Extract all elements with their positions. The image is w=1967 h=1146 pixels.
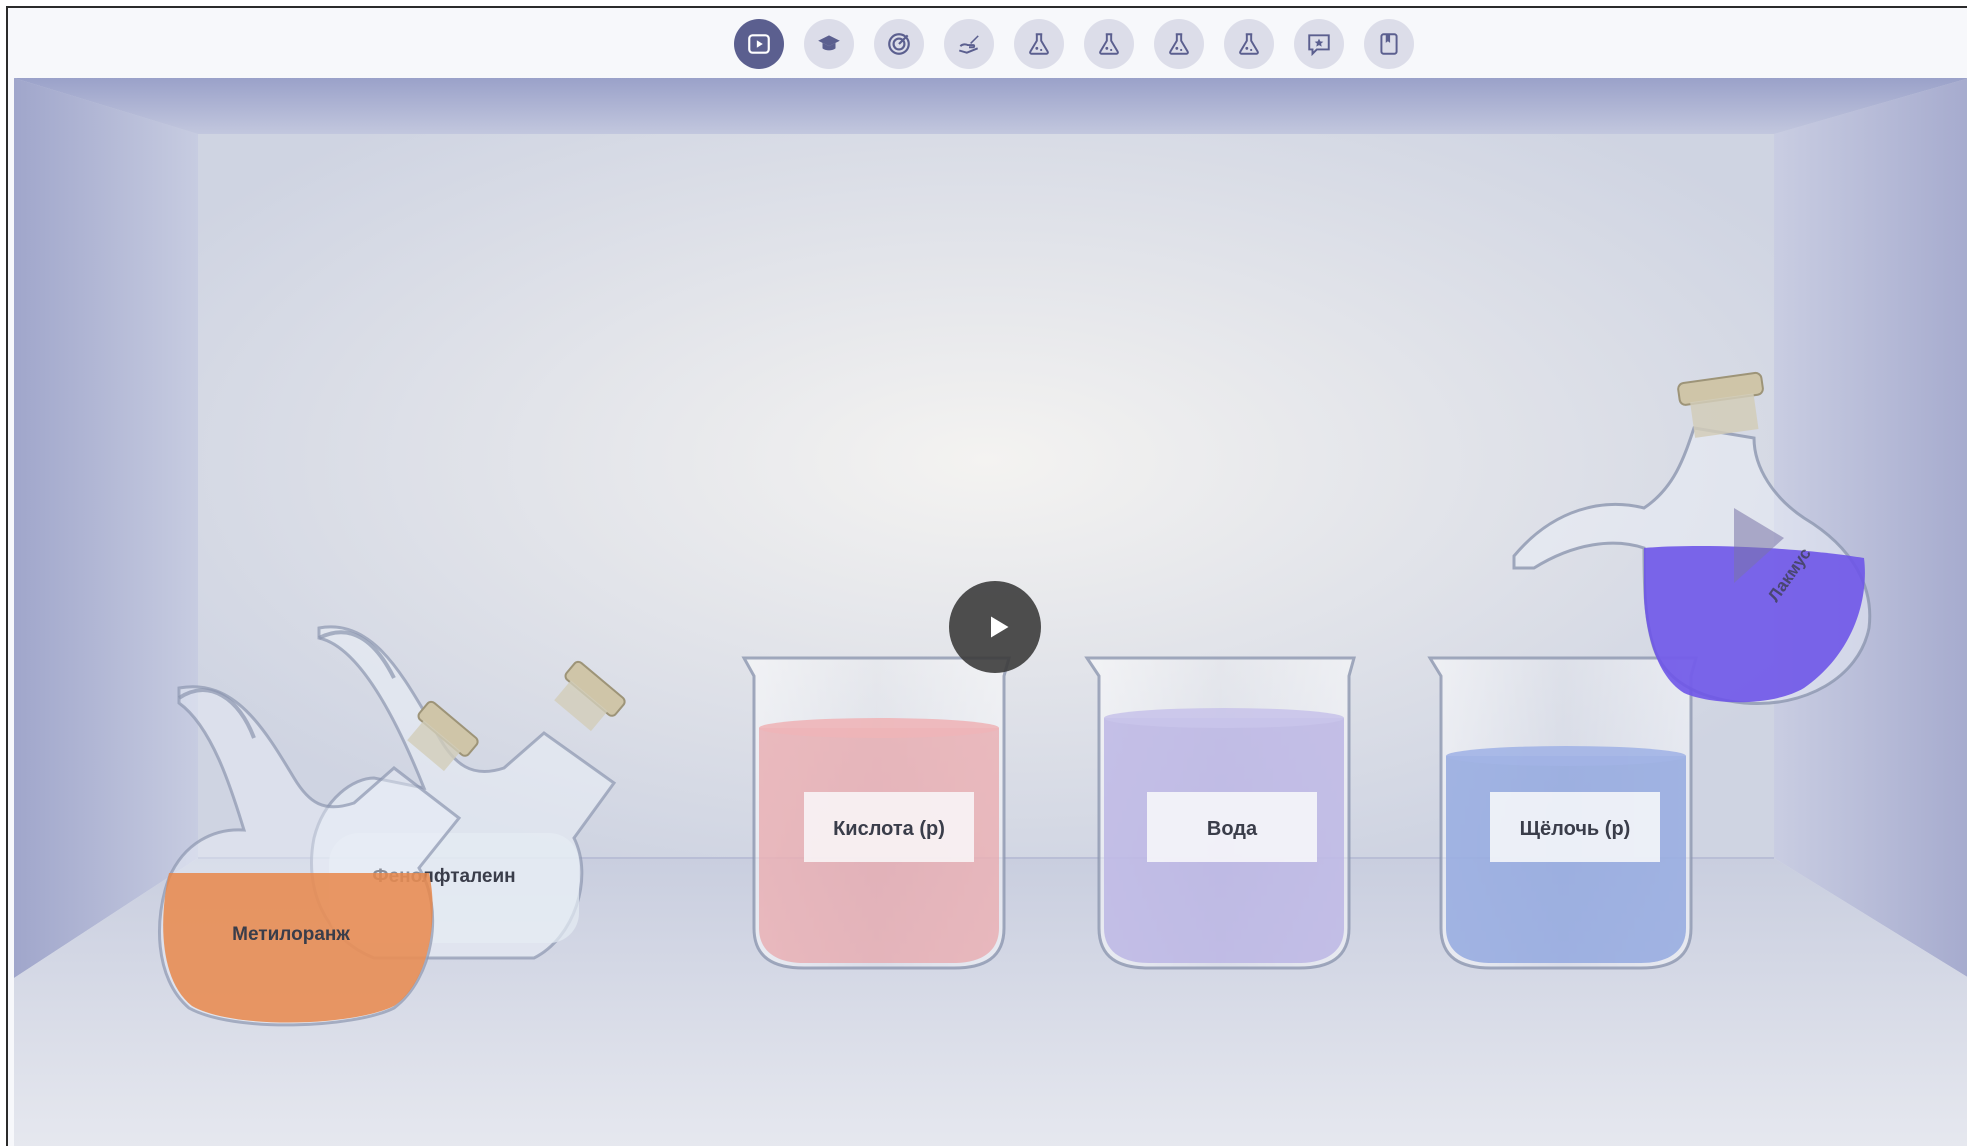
- water-label: Вода: [1207, 818, 1258, 840]
- video-button[interactable]: [734, 19, 784, 69]
- experiment-2-button[interactable]: [1084, 19, 1134, 69]
- theory-button[interactable]: [804, 19, 854, 69]
- alkali-beaker[interactable]: Щёлочь (р): [1427, 656, 1698, 970]
- acid-beaker[interactable]: Кислота (р): [741, 656, 1011, 970]
- play-icon: [990, 616, 1008, 638]
- play-video-icon: [748, 34, 770, 54]
- experiment-4-button[interactable]: [1224, 19, 1274, 69]
- app-frame: Фенолфталеин Метилоранж Кислота (р) Вода…: [6, 6, 1967, 1146]
- lesson-toolbar: [8, 8, 1967, 78]
- methyl-orange-liquid: [163, 873, 433, 1023]
- bookmark-button[interactable]: [1364, 19, 1414, 69]
- alkali-label: Щёлочь (р): [1520, 818, 1631, 840]
- ceiling: [14, 78, 1967, 134]
- play-button[interactable]: [949, 581, 1041, 673]
- flask-icon: [1169, 33, 1189, 55]
- graduation-cap-icon: [818, 35, 840, 51]
- experiment-1-button[interactable]: [1014, 19, 1064, 69]
- flask-icon: [1099, 33, 1119, 55]
- methyl-orange-label: Метилоранж: [232, 924, 350, 945]
- star-message-icon: [1308, 34, 1330, 57]
- flask-icon: [1239, 33, 1259, 55]
- conclusion-button[interactable]: [1294, 19, 1344, 69]
- experiment-3-button[interactable]: [1154, 19, 1204, 69]
- left-wall: [14, 78, 198, 978]
- pen-hand-icon: [958, 35, 979, 54]
- goal-button[interactable]: [874, 19, 924, 69]
- target-icon: [888, 33, 910, 55]
- flask-icon: [1029, 33, 1049, 55]
- acid-label: Кислота (р): [833, 818, 945, 840]
- water-beaker[interactable]: Вода: [1084, 656, 1356, 970]
- task-button[interactable]: [944, 19, 994, 69]
- bookmark-icon: [1380, 33, 1398, 55]
